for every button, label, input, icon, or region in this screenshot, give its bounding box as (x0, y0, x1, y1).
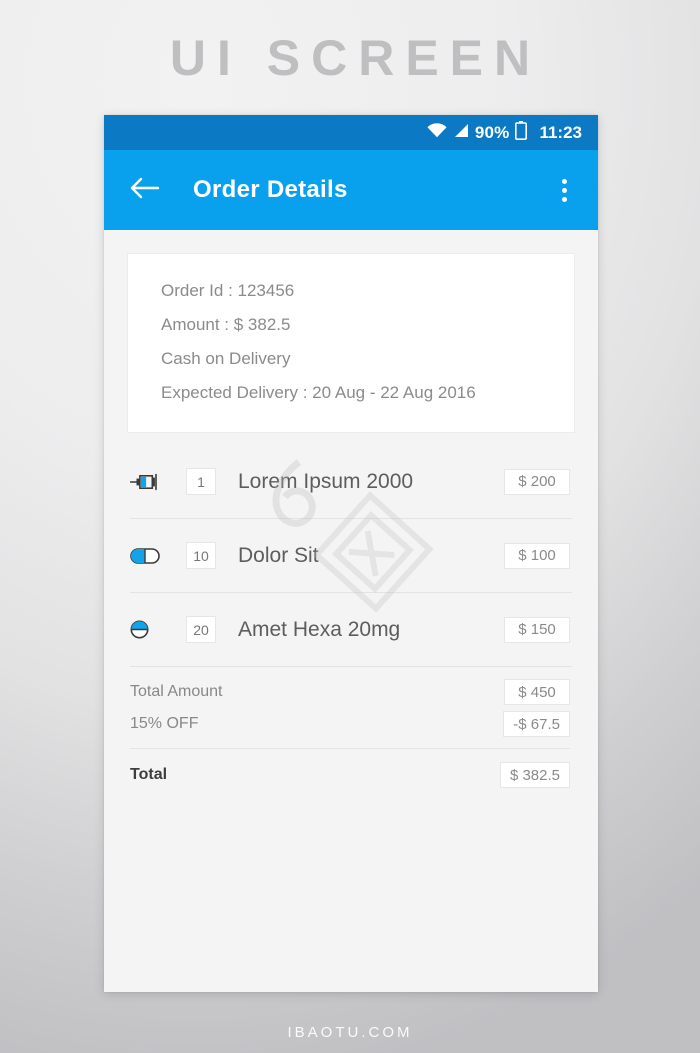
overflow-dot (561, 196, 567, 202)
tablet-icon (130, 620, 164, 639)
payment-method-line: Cash on Delivery (161, 349, 291, 368)
grand-total-row: Total $ 382.5 (130, 759, 570, 791)
overflow-menu-icon[interactable] (546, 168, 582, 212)
app-bar-title: Order Details (193, 176, 348, 203)
arrow-left-icon (130, 177, 160, 204)
item-quantity: 1 (186, 468, 216, 495)
item-quantity: 10 (186, 542, 216, 569)
signal-icon (453, 123, 469, 143)
item-name: Dolor Sit (238, 543, 319, 567)
page-title: UI SCREEN (169, 30, 542, 86)
item-name: Amet Hexa 20mg (238, 617, 401, 641)
order-amount-line: Amount : $ 382.5 (161, 315, 291, 334)
overflow-dot (561, 187, 567, 193)
totals-section: Total Amount $ 450 15% OFF -$ 67.5 Total… (104, 667, 598, 791)
battery-icon (515, 120, 528, 145)
list-item[interactable]: 20 Amet Hexa 20mg $ 150 (104, 593, 598, 666)
item-price: $ 150 (504, 616, 570, 643)
wifi-icon (427, 122, 447, 143)
discount-label: 15% OFF (130, 715, 199, 732)
grand-total-value: $ 382.5 (499, 762, 570, 788)
back-button[interactable] (128, 173, 162, 207)
grand-total-label: Total (130, 766, 168, 783)
subtotal-label: Total Amount (130, 683, 223, 700)
capsule-icon (130, 547, 164, 564)
syringe-icon (130, 473, 164, 491)
list-item[interactable]: 1 Lorem Ipsum 2000 $ 200 (104, 445, 598, 518)
screen-content: Order Id : 123456 Amount : $ 382.5 Cash … (104, 253, 598, 992)
discount-row: 15% OFF -$ 67.5 (130, 708, 570, 740)
item-quantity: 20 (186, 616, 216, 643)
expected-delivery-line: Expected Delivery : 20 Aug - 22 Aug 2016 (161, 383, 476, 402)
list-item[interactable]: 10 Dolor Sit $ 100 (104, 519, 598, 592)
item-price: $ 100 (504, 542, 570, 569)
item-price: $ 200 (504, 468, 570, 495)
subtotal-value: $ 450 (504, 679, 570, 705)
order-info-card: Order Id : 123456 Amount : $ 382.5 Cash … (127, 253, 575, 433)
clock-label: 11:23 (539, 122, 582, 142)
status-bar: 90% 11:23 (104, 115, 598, 150)
order-items-list: 1 Lorem Ipsum 2000 $ 200 10 Dolor Sit $ … (104, 445, 598, 667)
site-footer: IBAOTU.COM (287, 1024, 413, 1041)
battery-percent-label: 90% (474, 122, 510, 142)
overflow-dot (561, 178, 567, 184)
order-id-line: Order Id : 123456 (161, 281, 295, 300)
phone-frame: 90% 11:23 Order Details Order Id: 12345… (104, 115, 598, 992)
discount-value: -$ 67.5 (503, 711, 570, 737)
item-name: Lorem Ipsum 2000 (238, 469, 414, 493)
subtotal-row: Total Amount $ 450 (130, 676, 570, 708)
status-icons: 90% (427, 120, 528, 145)
app-bar: Order Details (104, 150, 598, 230)
